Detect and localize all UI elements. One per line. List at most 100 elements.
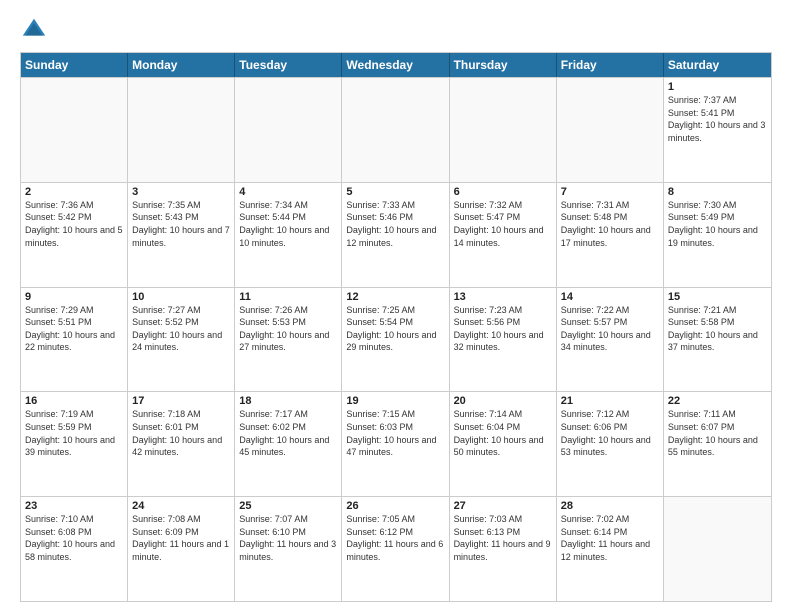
calendar-row-2: 2Sunrise: 7:36 AM Sunset: 5:42 PM Daylig…: [21, 182, 771, 287]
day-number: 7: [561, 186, 659, 198]
day-cell-21: 21Sunrise: 7:12 AM Sunset: 6:06 PM Dayli…: [557, 392, 664, 496]
day-cell-16: 16Sunrise: 7:19 AM Sunset: 5:59 PM Dayli…: [21, 392, 128, 496]
calendar-header: SundayMondayTuesdayWednesdayThursdayFrid…: [21, 53, 771, 77]
day-number: 1: [668, 81, 767, 93]
day-number: 20: [454, 395, 552, 407]
day-cell-19: 19Sunrise: 7:15 AM Sunset: 6:03 PM Dayli…: [342, 392, 449, 496]
calendar-row-1: 1Sunrise: 7:37 AM Sunset: 5:41 PM Daylig…: [21, 77, 771, 182]
day-info: Sunrise: 7:27 AM Sunset: 5:52 PM Dayligh…: [132, 304, 230, 354]
day-info: Sunrise: 7:12 AM Sunset: 6:06 PM Dayligh…: [561, 408, 659, 458]
day-cell-2: 2Sunrise: 7:36 AM Sunset: 5:42 PM Daylig…: [21, 183, 128, 287]
day-cell-12: 12Sunrise: 7:25 AM Sunset: 5:54 PM Dayli…: [342, 288, 449, 392]
day-info: Sunrise: 7:18 AM Sunset: 6:01 PM Dayligh…: [132, 408, 230, 458]
day-info: Sunrise: 7:17 AM Sunset: 6:02 PM Dayligh…: [239, 408, 337, 458]
header-day-sunday: Sunday: [21, 53, 128, 77]
day-number: 26: [346, 500, 444, 512]
day-cell-15: 15Sunrise: 7:21 AM Sunset: 5:58 PM Dayli…: [664, 288, 771, 392]
day-number: 5: [346, 186, 444, 198]
page: SundayMondayTuesdayWednesdayThursdayFrid…: [0, 0, 792, 612]
day-info: Sunrise: 7:33 AM Sunset: 5:46 PM Dayligh…: [346, 199, 444, 249]
day-info: Sunrise: 7:03 AM Sunset: 6:13 PM Dayligh…: [454, 513, 552, 563]
header-day-monday: Monday: [128, 53, 235, 77]
day-info: Sunrise: 7:25 AM Sunset: 5:54 PM Dayligh…: [346, 304, 444, 354]
day-number: 28: [561, 500, 659, 512]
day-cell-24: 24Sunrise: 7:08 AM Sunset: 6:09 PM Dayli…: [128, 497, 235, 601]
day-number: 13: [454, 291, 552, 303]
day-info: Sunrise: 7:23 AM Sunset: 5:56 PM Dayligh…: [454, 304, 552, 354]
header: [20, 16, 772, 44]
calendar: SundayMondayTuesdayWednesdayThursdayFrid…: [20, 52, 772, 602]
day-number: 12: [346, 291, 444, 303]
day-cell-9: 9Sunrise: 7:29 AM Sunset: 5:51 PM Daylig…: [21, 288, 128, 392]
day-number: 16: [25, 395, 123, 407]
day-number: 21: [561, 395, 659, 407]
day-number: 23: [25, 500, 123, 512]
empty-cell: [557, 78, 664, 182]
header-day-wednesday: Wednesday: [342, 53, 449, 77]
empty-cell: [664, 497, 771, 601]
day-cell-11: 11Sunrise: 7:26 AM Sunset: 5:53 PM Dayli…: [235, 288, 342, 392]
calendar-row-3: 9Sunrise: 7:29 AM Sunset: 5:51 PM Daylig…: [21, 287, 771, 392]
logo: [20, 16, 52, 44]
day-cell-25: 25Sunrise: 7:07 AM Sunset: 6:10 PM Dayli…: [235, 497, 342, 601]
empty-cell: [128, 78, 235, 182]
day-cell-4: 4Sunrise: 7:34 AM Sunset: 5:44 PM Daylig…: [235, 183, 342, 287]
day-cell-18: 18Sunrise: 7:17 AM Sunset: 6:02 PM Dayli…: [235, 392, 342, 496]
day-number: 9: [25, 291, 123, 303]
calendar-body: 1Sunrise: 7:37 AM Sunset: 5:41 PM Daylig…: [21, 77, 771, 601]
day-number: 14: [561, 291, 659, 303]
day-cell-28: 28Sunrise: 7:02 AM Sunset: 6:14 PM Dayli…: [557, 497, 664, 601]
empty-cell: [342, 78, 449, 182]
day-number: 6: [454, 186, 552, 198]
day-info: Sunrise: 7:36 AM Sunset: 5:42 PM Dayligh…: [25, 199, 123, 249]
day-number: 22: [668, 395, 767, 407]
day-cell-13: 13Sunrise: 7:23 AM Sunset: 5:56 PM Dayli…: [450, 288, 557, 392]
header-day-tuesday: Tuesday: [235, 53, 342, 77]
day-number: 24: [132, 500, 230, 512]
day-info: Sunrise: 7:35 AM Sunset: 5:43 PM Dayligh…: [132, 199, 230, 249]
calendar-row-4: 16Sunrise: 7:19 AM Sunset: 5:59 PM Dayli…: [21, 391, 771, 496]
logo-icon: [20, 16, 48, 44]
day-info: Sunrise: 7:22 AM Sunset: 5:57 PM Dayligh…: [561, 304, 659, 354]
day-cell-14: 14Sunrise: 7:22 AM Sunset: 5:57 PM Dayli…: [557, 288, 664, 392]
day-cell-8: 8Sunrise: 7:30 AM Sunset: 5:49 PM Daylig…: [664, 183, 771, 287]
day-info: Sunrise: 7:37 AM Sunset: 5:41 PM Dayligh…: [668, 94, 767, 144]
day-number: 19: [346, 395, 444, 407]
day-info: Sunrise: 7:34 AM Sunset: 5:44 PM Dayligh…: [239, 199, 337, 249]
day-number: 17: [132, 395, 230, 407]
day-number: 3: [132, 186, 230, 198]
day-number: 15: [668, 291, 767, 303]
day-info: Sunrise: 7:29 AM Sunset: 5:51 PM Dayligh…: [25, 304, 123, 354]
header-day-saturday: Saturday: [664, 53, 771, 77]
day-cell-6: 6Sunrise: 7:32 AM Sunset: 5:47 PM Daylig…: [450, 183, 557, 287]
day-cell-5: 5Sunrise: 7:33 AM Sunset: 5:46 PM Daylig…: [342, 183, 449, 287]
day-cell-22: 22Sunrise: 7:11 AM Sunset: 6:07 PM Dayli…: [664, 392, 771, 496]
day-number: 27: [454, 500, 552, 512]
empty-cell: [235, 78, 342, 182]
header-day-friday: Friday: [557, 53, 664, 77]
empty-cell: [21, 78, 128, 182]
day-info: Sunrise: 7:30 AM Sunset: 5:49 PM Dayligh…: [668, 199, 767, 249]
day-info: Sunrise: 7:07 AM Sunset: 6:10 PM Dayligh…: [239, 513, 337, 563]
day-info: Sunrise: 7:26 AM Sunset: 5:53 PM Dayligh…: [239, 304, 337, 354]
day-cell-27: 27Sunrise: 7:03 AM Sunset: 6:13 PM Dayli…: [450, 497, 557, 601]
day-cell-17: 17Sunrise: 7:18 AM Sunset: 6:01 PM Dayli…: [128, 392, 235, 496]
day-cell-7: 7Sunrise: 7:31 AM Sunset: 5:48 PM Daylig…: [557, 183, 664, 287]
day-number: 2: [25, 186, 123, 198]
day-info: Sunrise: 7:15 AM Sunset: 6:03 PM Dayligh…: [346, 408, 444, 458]
day-info: Sunrise: 7:14 AM Sunset: 6:04 PM Dayligh…: [454, 408, 552, 458]
day-info: Sunrise: 7:31 AM Sunset: 5:48 PM Dayligh…: [561, 199, 659, 249]
day-info: Sunrise: 7:10 AM Sunset: 6:08 PM Dayligh…: [25, 513, 123, 563]
empty-cell: [450, 78, 557, 182]
day-number: 11: [239, 291, 337, 303]
day-number: 8: [668, 186, 767, 198]
day-number: 4: [239, 186, 337, 198]
day-cell-10: 10Sunrise: 7:27 AM Sunset: 5:52 PM Dayli…: [128, 288, 235, 392]
day-info: Sunrise: 7:19 AM Sunset: 5:59 PM Dayligh…: [25, 408, 123, 458]
calendar-row-5: 23Sunrise: 7:10 AM Sunset: 6:08 PM Dayli…: [21, 496, 771, 601]
day-info: Sunrise: 7:02 AM Sunset: 6:14 PM Dayligh…: [561, 513, 659, 563]
header-day-thursday: Thursday: [450, 53, 557, 77]
day-number: 25: [239, 500, 337, 512]
day-info: Sunrise: 7:05 AM Sunset: 6:12 PM Dayligh…: [346, 513, 444, 563]
day-number: 10: [132, 291, 230, 303]
